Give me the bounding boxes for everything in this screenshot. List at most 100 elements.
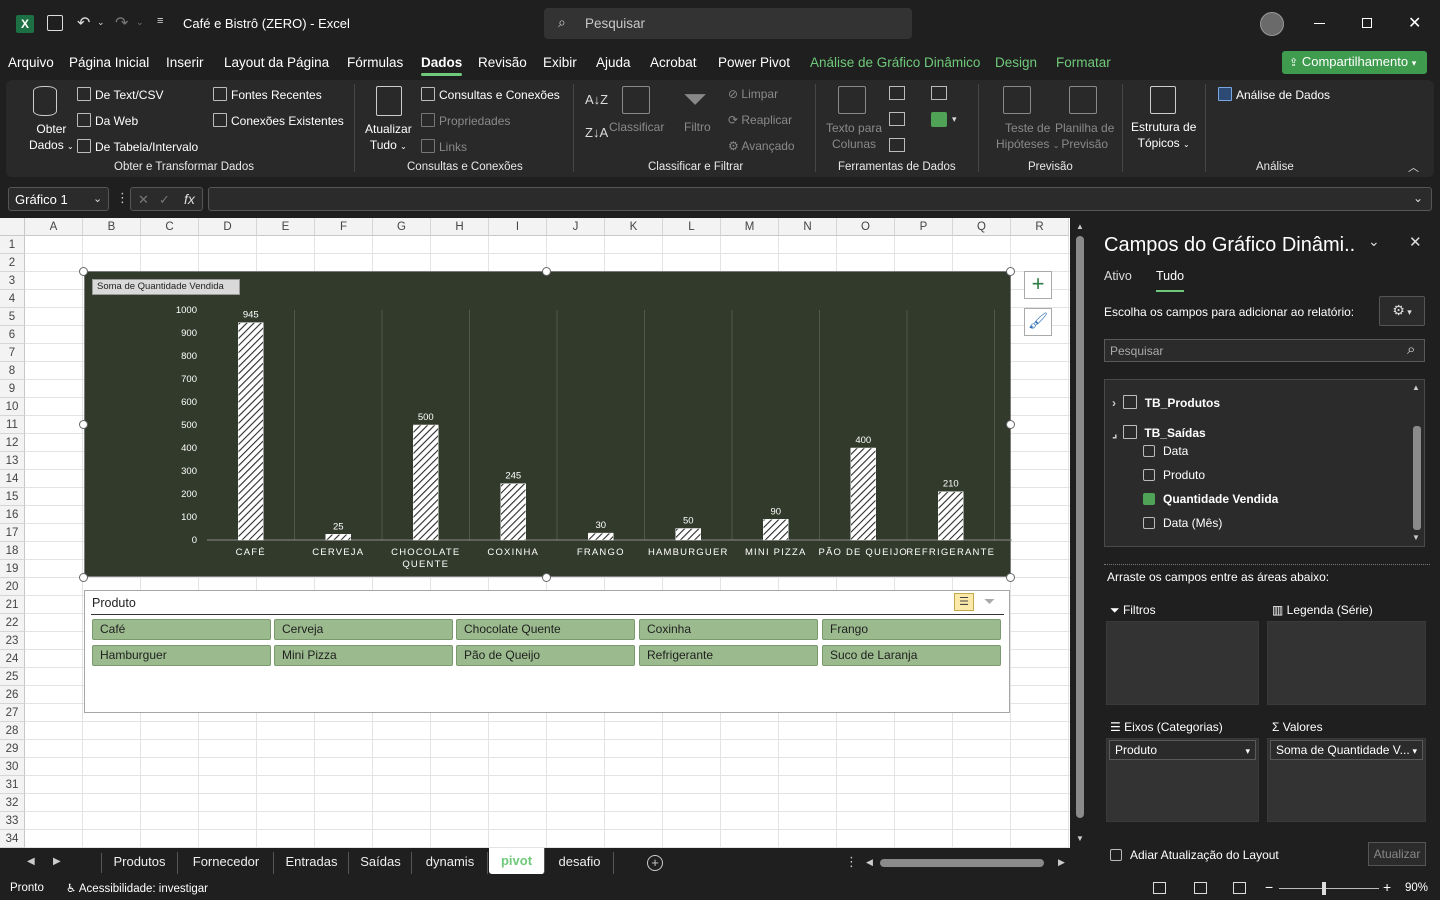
redo-icon[interactable]: ↷ [115,13,128,33]
data-validation-icon[interactable] [889,138,905,152]
enter-icon[interactable]: ✓ [159,192,170,208]
accessibility-status[interactable]: ♿ Acessibilidade: investigar [66,881,208,895]
more-icon[interactable]: ⋮ [845,854,858,870]
column-header[interactable]: R [1011,218,1069,236]
tab-tudo[interactable]: Tudo [1156,269,1184,283]
column-header[interactable]: P [895,218,953,236]
next-sheet-icon[interactable]: ▶ [53,856,61,867]
expand-formula-icon[interactable]: ⌄ [1413,191,1423,205]
resize-handle[interactable] [79,573,88,582]
data-model-icon[interactable] [931,112,947,127]
slicer-item[interactable]: Mini Pizza [274,645,453,666]
row-header[interactable]: 3 [0,272,25,290]
remove-duplicates-icon[interactable] [889,112,905,126]
select-all-corner[interactable] [0,218,25,236]
pane-options-icon[interactable]: ⌄ [1368,233,1380,250]
slicer-item[interactable]: Chocolate Quente [456,619,635,640]
slicer-item[interactable]: Suco de Laranja [822,645,1001,666]
row-header[interactable]: 24 [0,650,25,668]
customize-toolbar-icon[interactable]: ≡ [157,15,163,27]
row-header[interactable]: 2 [0,254,25,272]
zoom-slider[interactable] [1279,888,1379,889]
resize-handle[interactable] [79,267,88,276]
chevron-down-icon[interactable]: ▾ [952,114,957,125]
zoom-in-icon[interactable]: + [1383,879,1391,895]
resize-handle[interactable] [1006,420,1015,429]
row-header[interactable]: 15 [0,488,25,506]
add-sheet-icon[interactable]: + [647,855,663,871]
sheet-tab-produtos[interactable]: Produtos [102,852,178,874]
row-header[interactable]: 13 [0,452,25,470]
row-header[interactable]: 25 [0,668,25,686]
tab-ajuda[interactable]: Ajuda [596,55,631,70]
axis-field-dropdown[interactable]: Produto ▾ [1109,740,1256,760]
column-header[interactable]: A [25,218,83,236]
column-header[interactable]: B [83,218,141,236]
column-header[interactable]: Q [953,218,1011,236]
tab-layout-da-pagina[interactable]: Layout da Página [224,55,329,70]
row-header[interactable]: 26 [0,686,25,704]
refresh-all-button[interactable]: Atualizar Tudo ⌄ [365,121,412,155]
more-icon[interactable]: ⋮ [116,190,129,206]
close-pane-icon[interactable]: ✕ [1409,233,1422,251]
row-header[interactable]: 29 [0,740,25,758]
row-header[interactable]: 27 [0,704,25,722]
field-data-mes[interactable]: Data (Mês) [1143,516,1222,530]
resize-handle[interactable] [542,573,551,582]
formula-input[interactable]: ⌄ [208,187,1432,211]
sheet-tab-fornecedor[interactable]: Fornecedor [179,852,274,874]
column-header[interactable]: C [141,218,199,236]
zoom-level[interactable]: 90% [1405,882,1428,894]
sort-za-icon[interactable]: Z↓A [585,125,608,140]
row-header[interactable]: 4 [0,290,25,308]
update-button[interactable]: Atualizar [1368,842,1426,866]
sort-az-icon[interactable]: A↓Z [585,92,608,107]
field-settings-button[interactable]: ⚙ ▾ [1379,296,1425,326]
slicer-item[interactable]: Coxinha [639,619,818,640]
zoom-slider-thumb[interactable] [1322,882,1326,895]
column-header[interactable]: J [547,218,605,236]
row-header[interactable]: 11 [0,416,25,434]
collapse-ribbon-icon[interactable]: ︿ [1408,159,1419,175]
scroll-down-icon[interactable]: ▼ [1412,533,1420,542]
recent-sources-button[interactable]: Fontes Recentes [213,87,322,102]
sheet-tab-dynamis[interactable]: dynamis [413,852,488,874]
vertical-scrollbar[interactable]: ▲ ▼ [1070,218,1092,848]
undo-icon[interactable]: ↶ [77,13,90,33]
resize-handle[interactable] [542,267,551,276]
column-header[interactable]: L [663,218,721,236]
reapply-button[interactable]: ⟳ Reaplicar [728,113,792,127]
filter-button[interactable]: Filtro [684,120,711,134]
prev-sheet-icon[interactable]: ◀ [27,856,35,867]
checkbox[interactable] [1143,517,1155,529]
column-header[interactable]: I [489,218,547,236]
pivot-chart[interactable]: Soma de Quantidade Vendida 0 100 200 300 400… [84,271,1012,577]
advanced-button[interactable]: ⚙ Avançado [728,139,795,153]
restore-icon[interactable] [1362,18,1372,28]
tab-acrobat[interactable]: Acrobat [650,55,697,70]
search-box[interactable]: ⌕ Pesquisar [544,8,912,39]
sheet-tab-entradas[interactable]: Entradas [275,852,349,874]
horizontal-scroll-thumb[interactable] [880,859,1044,867]
links-button[interactable]: Links [421,139,467,154]
existing-connections-button[interactable]: Conexões Existentes [213,113,344,128]
insert-function-icon[interactable]: fx [184,191,195,207]
slicer-item[interactable]: Cerveja [274,619,453,640]
column-header[interactable]: K [605,218,663,236]
page-break-icon[interactable] [1233,882,1246,894]
data-analysis-button[interactable]: Análise de Dados [1218,87,1330,102]
sheet-tab-desafio[interactable]: desafio [546,852,614,874]
row-header[interactable]: 30 [0,758,25,776]
row-header[interactable]: 23 [0,632,25,650]
field-quantidade-vendida[interactable]: Quantidade Vendida [1143,492,1278,506]
row-header[interactable]: 21 [0,596,25,614]
clear-button[interactable]: ⊘ Limpar [728,87,778,101]
table-tb-produtos[interactable]: › TB_Produtos [1112,395,1220,410]
area-filters[interactable] [1106,621,1259,705]
sheet-tab-pivot[interactable]: pivot [489,848,545,874]
flash-fill-icon[interactable] [889,86,905,100]
tab-revisao[interactable]: Revisão [478,55,527,70]
what-if-button[interactable]: Teste de Hipóteses ⌄ [996,120,1059,154]
chart-elements-button[interactable]: + [1024,271,1052,299]
filter-icon[interactable]: ⏷ [683,83,707,117]
